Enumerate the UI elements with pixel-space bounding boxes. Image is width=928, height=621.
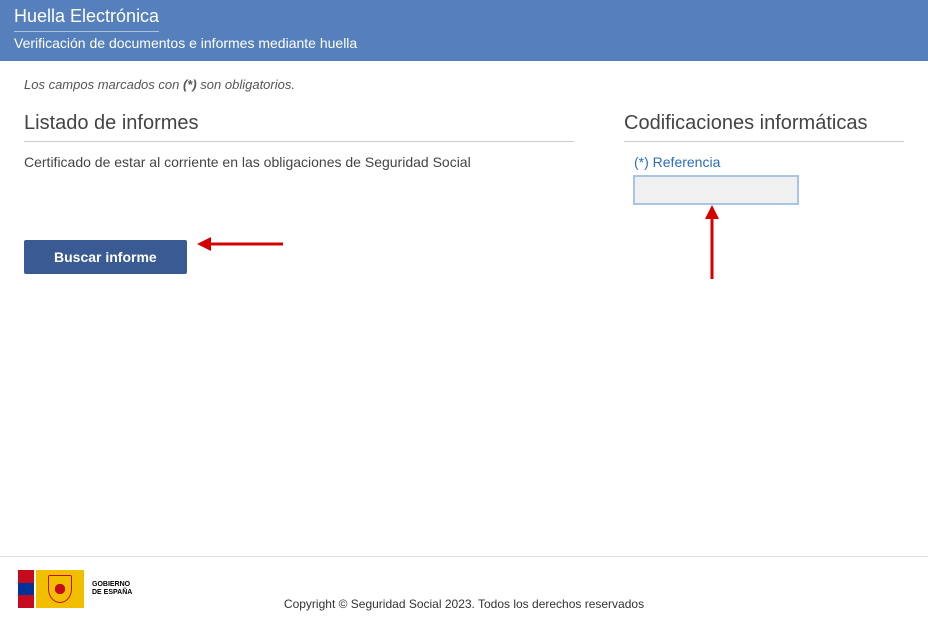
reference-input[interactable]	[634, 176, 798, 204]
reports-list-title: Listado de informes	[24, 112, 574, 142]
required-note-suffix: son obligatorios.	[197, 77, 295, 92]
required-note-prefix: Los campos marcados con	[24, 77, 183, 92]
copyright-text: Copyright © Seguridad Social 2023. Todos…	[284, 597, 644, 611]
gov-text-line1: GOBIERNO	[92, 581, 132, 589]
flag-icon	[18, 570, 34, 608]
reference-label: (*) Referencia	[624, 154, 904, 170]
required-note-marker: (*)	[183, 77, 197, 92]
government-logo: GOBIERNO DE ESPAÑA	[18, 570, 132, 608]
government-text: GOBIERNO DE ESPAÑA	[92, 581, 132, 596]
gov-text-line2: DE ESPAÑA	[92, 589, 132, 597]
required-fields-note: Los campos marcados con (*) son obligato…	[24, 77, 904, 92]
header-title: Huella Electrónica	[14, 6, 914, 31]
header-divider	[14, 31, 159, 32]
codifications-title: Codificaciones informáticas	[624, 112, 904, 142]
main-content: Los campos marcados con (*) son obligato…	[0, 61, 928, 290]
page-header: Huella Electrónica Verificación de docum…	[0, 0, 928, 61]
reports-list-section: Listado de informes Certificado de estar…	[24, 112, 574, 274]
search-report-button[interactable]: Buscar informe	[24, 240, 187, 274]
report-item: Certificado de estar al corriente en las…	[24, 154, 574, 170]
header-subtitle: Verificación de documentos e informes me…	[14, 35, 914, 51]
spain-shield-icon	[36, 570, 84, 608]
codifications-section: Codificaciones informáticas (*) Referenc…	[624, 112, 904, 274]
page-footer: GOBIERNO DE ESPAÑA Copyright © Seguridad…	[0, 556, 928, 621]
